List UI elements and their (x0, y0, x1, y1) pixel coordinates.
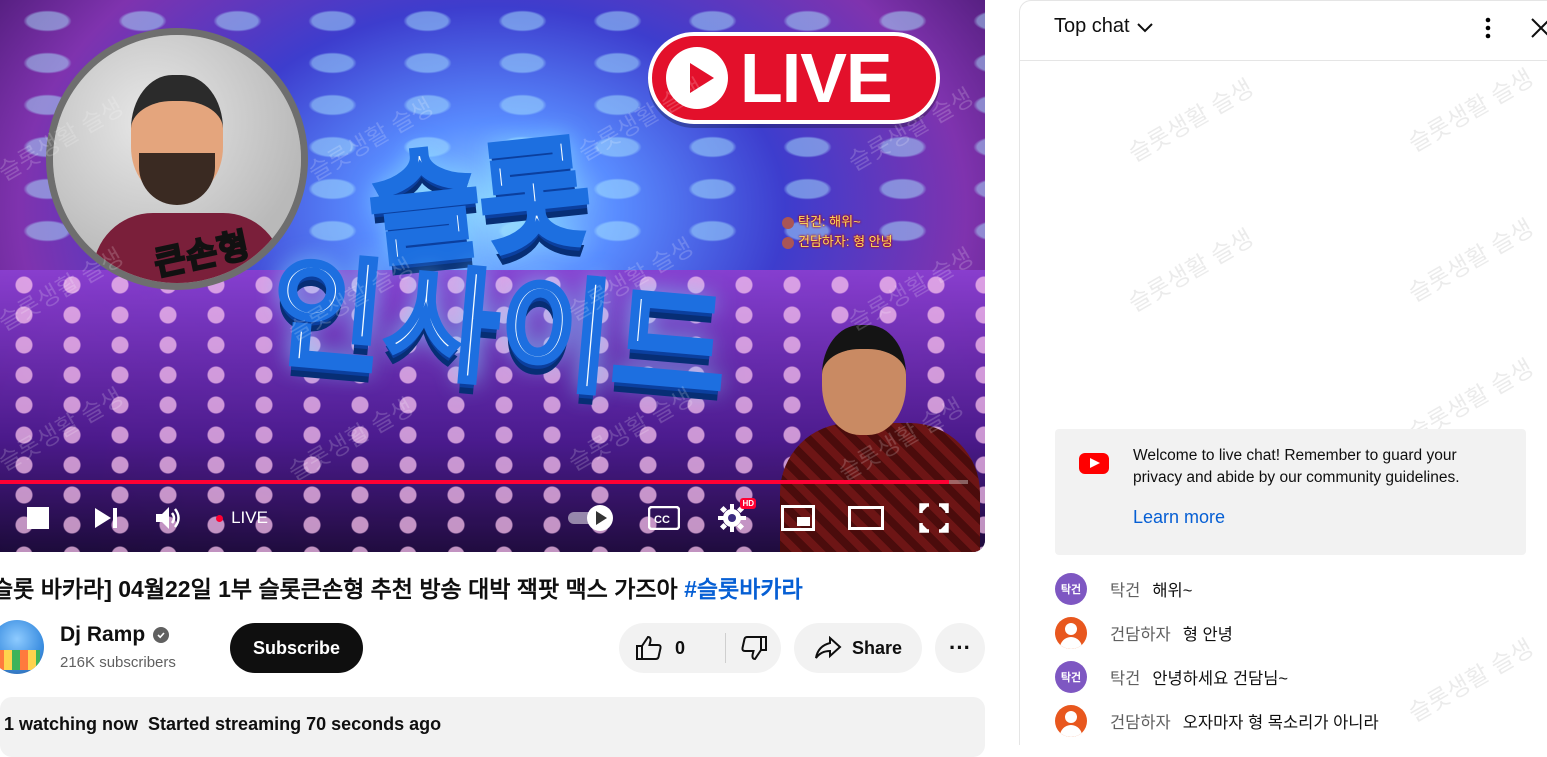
chat-text: 형 안녕 (1182, 626, 1233, 644)
chat-welcome-text: Welcome to live chat! Remember to guard … (1133, 447, 1460, 486)
chat-author[interactable]: 탁건 (1110, 577, 1140, 601)
theater-icon (848, 506, 884, 530)
user-avatar-icon[interactable] (1055, 705, 1087, 737)
chat-text: 안녕하세요 건담님~ (1152, 670, 1289, 688)
stream-meta: 1 watching now Started streaming 70 seco… (4, 714, 441, 735)
progress-bar[interactable] (0, 480, 968, 484)
overlay-chat-line: 건담하자: 형 안녕 (782, 232, 893, 252)
overlay-chat-line: 탁건: 해위~ (782, 212, 893, 232)
channel-name[interactable]: Dj Ramp (60, 623, 145, 647)
chat-message[interactable]: 탁건 탁건 해위~ (1055, 567, 1535, 611)
svg-text:CC: CC (654, 514, 670, 526)
theater-mode-button[interactable] (844, 500, 888, 536)
chat-avatar[interactable]: 탁건 (1055, 573, 1087, 605)
close-icon (1531, 18, 1547, 38)
volume-icon (156, 507, 180, 529)
chevron-down-icon (1136, 22, 1153, 32)
show-title-art: 슬롯 인사이드 (180, 120, 820, 450)
dislike-button[interactable] (726, 623, 781, 673)
share-arrow-icon (814, 636, 842, 659)
chat-message[interactable]: 탁건 탁건 안녕하세요 건담님~ (1055, 655, 1535, 699)
share-button[interactable]: Share (794, 623, 922, 673)
chat-more-options-button[interactable] (1476, 13, 1500, 43)
channel-avatar[interactable] (0, 620, 44, 674)
chat-message-list: 탁건 탁건 해위~ 건담하자 형 안녕 탁건 탁건 안녕하세요 건담님~ 건담하… (1055, 567, 1535, 743)
chat-text: 오자마자 형 목소리가 아니라 (1182, 714, 1379, 732)
video-title-hashtag[interactable]: #슬롯바카라 (684, 576, 803, 602)
chat-author[interactable]: 탁건 (1110, 665, 1140, 689)
chat-mode-dropdown[interactable]: Top chat (1054, 15, 1154, 38)
video-title-text: 슬롯 바카라] 04월22일 1부 슬롯큰손형 추천 방송 대박 잭팟 맥스 가… (0, 576, 685, 602)
next-button[interactable] (86, 500, 126, 536)
kebab-menu-icon (1485, 17, 1491, 39)
started-streaming: Started streaming 70 seconds ago (148, 714, 442, 734)
show-title-line2: 인사이드 (264, 238, 737, 424)
stop-icon (27, 507, 49, 529)
captions-button[interactable]: CC (644, 500, 684, 536)
autoplay-toggle[interactable] (565, 500, 617, 536)
chat-message[interactable]: 건담하자 형 안녕 (1055, 611, 1535, 655)
watching-count: 1 watching now (4, 714, 139, 734)
live-indicator[interactable]: LIVE (212, 500, 272, 536)
live-chat-panel: Top chat 슬롯생활 슬생 슬롯생활 슬생 슬롯생활 슬생 슬롯생활 슬생… (1019, 0, 1547, 745)
channel-name-row[interactable]: Dj Ramp (60, 623, 170, 647)
share-label: Share (851, 637, 903, 658)
volume-button[interactable] (148, 500, 188, 536)
watermark: 슬롯생활 슬생 (1124, 74, 1259, 168)
chat-text: 해위~ (1152, 582, 1193, 600)
overlay-avatar-icon (782, 236, 794, 249)
player-controls: LIVE CC HD (0, 492, 985, 544)
miniplayer-icon (781, 505, 815, 531)
close-chat-button[interactable] (1526, 13, 1547, 43)
learn-more-link[interactable]: Learn more (1133, 507, 1225, 528)
verified-check-icon (153, 627, 170, 643)
settings-button[interactable]: HD (712, 498, 756, 536)
video-player[interactable]: 큰손형 LIVE 슬롯 인사이드 탁건: 해위~ 건담하자: 형 안녕 슬롯생활… (0, 0, 985, 552)
watermark: 슬롯생활 슬생 (1404, 214, 1539, 308)
thumbs-up-icon (636, 635, 662, 660)
miniplayer-button[interactable] (778, 500, 818, 536)
chat-mode-label: Top chat (1054, 15, 1130, 37)
watermark: 슬롯생활 슬생 (1404, 64, 1539, 158)
chat-welcome-card: Welcome to live chat! Remember to guard … (1055, 429, 1526, 555)
play-circle-icon (666, 47, 728, 109)
chat-avatar[interactable]: 탁건 (1055, 661, 1087, 693)
overlay-avatar-icon (782, 216, 794, 229)
progress-bar-fill (0, 480, 949, 484)
chat-author[interactable]: 건담하자 (1110, 621, 1171, 645)
captions-icon: CC (648, 506, 680, 530)
watermark: 슬롯생활 슬생 (1124, 224, 1259, 318)
user-avatar-icon[interactable] (1055, 617, 1087, 649)
live-dot-icon (216, 514, 224, 522)
fullscreen-button[interactable] (914, 500, 954, 536)
stop-button[interactable] (20, 500, 56, 536)
autoplay-toggle-icon (568, 505, 613, 531)
subscribe-button[interactable]: Subscribe (230, 623, 363, 673)
live-badge-text: LIVE (740, 39, 893, 117)
chat-header: Top chat (1020, 1, 1547, 61)
next-icon (95, 508, 117, 528)
thumbs-down-icon (740, 636, 767, 661)
chat-author[interactable]: 건담하자 (1110, 709, 1171, 733)
subscriber-count: 216K subscribers (60, 654, 176, 671)
hd-badge: HD (740, 498, 756, 509)
video-title: 슬롯 바카라] 04월22일 1부 슬롯큰손형 추천 방송 대박 잭팟 맥스 가… (0, 570, 992, 604)
fullscreen-icon (919, 503, 949, 533)
more-actions-button[interactable]: ··· (935, 623, 985, 673)
stream-overlay-chat: 탁건: 해위~ 건담하자: 형 안녕 (782, 212, 893, 252)
like-dislike-group: 0 (619, 623, 781, 673)
chat-message[interactable]: 건담하자 오자마자 형 목소리가 아니라 (1055, 699, 1535, 743)
like-button[interactable]: 0 (619, 623, 725, 673)
youtube-logo-icon (1079, 453, 1109, 474)
live-label: LIVE (231, 508, 268, 527)
like-count: 0 (675, 637, 686, 658)
